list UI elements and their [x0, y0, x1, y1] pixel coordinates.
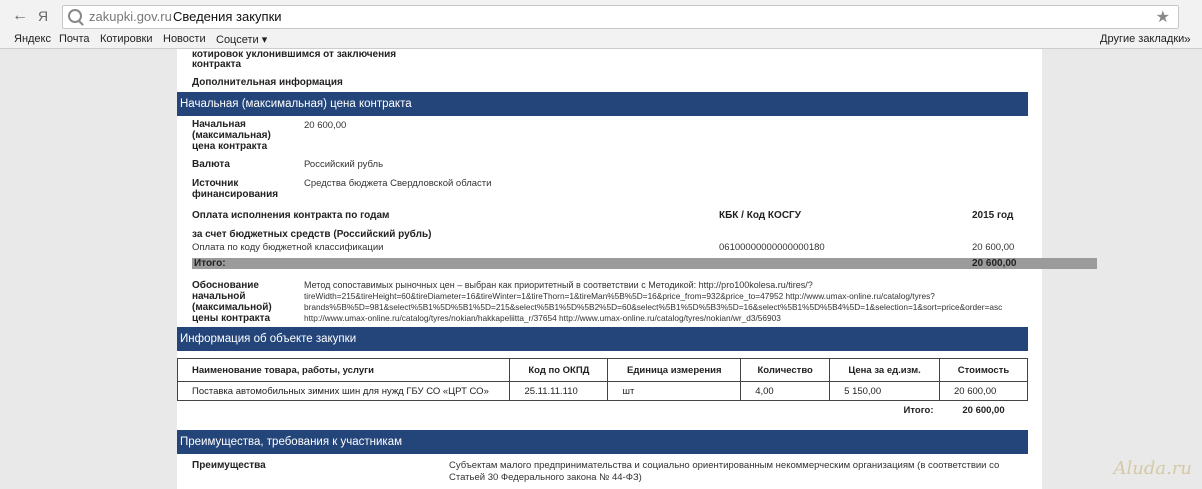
other-bookmarks[interactable]: Другие закладки [1100, 33, 1184, 45]
advantages-value-2: Статьей 30 Федерального закона № 44-ФЗ) [449, 472, 642, 483]
chevron-down-icon: ▾ [261, 34, 268, 46]
cell-unit: шт [607, 381, 742, 401]
additional-info-label: Дополнительная информация [192, 77, 343, 88]
bookmark-yandex[interactable]: Яндекс [14, 33, 51, 45]
col-name: Наименование товара, работы, услуги [176, 358, 511, 382]
currency-label: Валюта [192, 159, 230, 170]
procurement-sheet: котировок уклонившимся от заключения кон… [176, 49, 1097, 489]
bookmark-social-label: Соцсети [216, 34, 259, 46]
table-row: Поставка автомобильных зимних шин для ну… [176, 381, 1028, 401]
url-input[interactable]: zakupki.gov.ru Сведения закупки ★ [62, 5, 1179, 29]
bookmark-quotes[interactable]: Котировки [100, 33, 153, 45]
nmc-label-3: цена контракта [192, 141, 268, 152]
search-icon [68, 9, 82, 23]
price-section-header: Начальная (максимальная) цена контракта [177, 92, 1028, 116]
advantages-value-1: Субъектам малого предпринимательства и с… [449, 460, 1000, 471]
cell-unit-price: 5 150,00 [829, 381, 940, 401]
nmc-label-2: (максимальная) [192, 130, 271, 141]
payment-label: Оплата исполнения контракта по годам [192, 210, 390, 221]
evasion-label-2: контракта [192, 59, 242, 70]
object-table: Наименование товара, работы, услуги Код … [176, 358, 1028, 419]
bookmarks-bar: Яндекс Почта Котировки Новости Соцсети ▾… [0, 32, 1202, 49]
yandex-icon[interactable]: Я [38, 8, 48, 24]
address-bar: ← Я zakupki.gov.ru Сведения закупки ★ [0, 0, 1202, 33]
table-header-row: Наименование товара, работы, услуги Код … [176, 358, 1028, 382]
justification-line-3: brands%5B%5D=981&select%5B1%5D%5B1%5D=21… [304, 302, 1003, 312]
bookmark-social[interactable]: Соцсети ▾ [216, 33, 267, 46]
more-icon[interactable]: » [1184, 32, 1191, 46]
cell-name: Поставка автомобильных зимних шин для ну… [176, 381, 511, 401]
table-total-row: Итого: 20 600,00 [177, 400, 1028, 419]
table-total-label: Итого: [177, 400, 940, 419]
col-okpd: Код по ОКПД [509, 358, 609, 382]
watermark: Aluda.ru [1113, 458, 1192, 479]
page-viewport: котировок уклонившимся от заключения кон… [0, 49, 1202, 489]
source-label-2: финансирования [192, 189, 279, 200]
justification-line-2: tireWidth=215&tireHeight=60&tireDiameter… [304, 291, 935, 301]
col-unit-price: Цена за ед.изм. [829, 358, 940, 382]
advantages-section-header: Преимущества, требования к участникам [177, 430, 1028, 454]
justification-line-4: http://www.umax-online.ru/catalog/tyres/… [304, 313, 781, 323]
justification-line-1: Метод сопоставимых рыночных цен – выбран… [304, 280, 813, 290]
nmc-label-1: Начальная [192, 119, 246, 130]
justification-label-2: начальной [192, 291, 246, 302]
total-value: 20 600,00 [972, 258, 1017, 269]
bookmark-news[interactable]: Новости [163, 33, 206, 45]
cell-quantity: 4,00 [740, 381, 831, 401]
col-unit: Единица измерения [607, 358, 742, 382]
justification-label-3: (максимальной) [192, 302, 272, 313]
kbk-header: КБК / Код КОСГУ [719, 210, 801, 221]
currency-value: Российский рубль [304, 159, 384, 170]
source-label-1: Источник [192, 178, 239, 189]
payment-row-label: Оплата по коду бюджетной классификации [192, 242, 384, 253]
cell-okpd: 25.11.11.110 [509, 381, 609, 401]
budget-funds-label: за счет бюджетных средств (Российский ру… [192, 229, 432, 240]
page-title: Сведения закупки [173, 9, 282, 24]
cell-cost: 20 600,00 [939, 381, 1028, 401]
col-cost: Стоимость [939, 358, 1028, 382]
url-domain: zakupki.gov.ru [89, 9, 172, 24]
back-arrow-icon[interactable]: ← [12, 7, 28, 25]
nmc-value: 20 600,00 [304, 120, 347, 131]
table-total-value: 20 600,00 [939, 400, 1028, 419]
payment-row-kbk: 06100000000000000180 [719, 242, 825, 253]
payment-row-sum: 20 600,00 [972, 242, 1015, 253]
total-row [192, 258, 1097, 269]
justification-label-1: Обоснование [192, 280, 259, 291]
col-quantity: Количество [740, 358, 831, 382]
bookmark-mail[interactable]: Почта [59, 33, 90, 45]
object-section-header: Информация об объекте закупки [177, 327, 1028, 351]
year-header: 2015 год [972, 210, 1014, 221]
justification-label-4: цены контракта [192, 313, 271, 324]
advantages-label: Преимущества [192, 460, 266, 471]
star-icon[interactable]: ★ [1156, 7, 1170, 27]
total-label: Итого: [194, 258, 226, 269]
source-value: Средства бюджета Свердловской области [304, 178, 492, 189]
